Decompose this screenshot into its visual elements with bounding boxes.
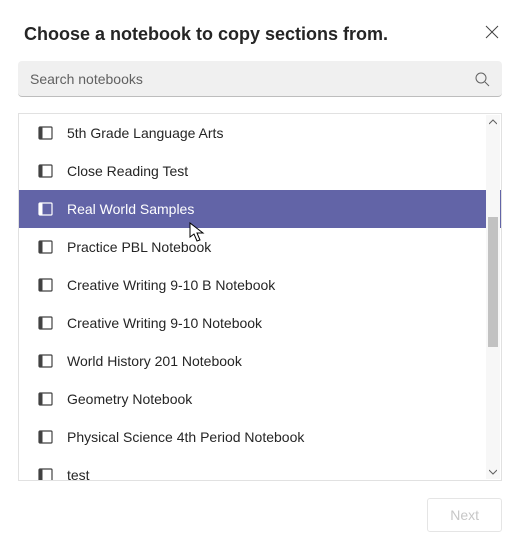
- notebook-icon: [37, 316, 53, 330]
- notebook-icon: [37, 164, 53, 178]
- notebook-item[interactable]: Geometry Notebook: [19, 380, 501, 418]
- notebook-item-label: test: [67, 467, 90, 480]
- notebook-item[interactable]: World History 201 Notebook: [19, 342, 501, 380]
- dialog-title: Choose a notebook to copy sections from.: [24, 24, 388, 45]
- notebook-item[interactable]: test: [19, 456, 501, 480]
- scroll-down-arrow[interactable]: [486, 465, 500, 479]
- notebook-item-label: Real World Samples: [67, 201, 194, 217]
- notebook-item-label: Close Reading Test: [67, 163, 188, 179]
- close-button[interactable]: [484, 24, 500, 40]
- notebook-item[interactable]: Close Reading Test: [19, 152, 501, 190]
- notebook-item-label: World History 201 Notebook: [67, 353, 242, 369]
- notebook-icon: [37, 392, 53, 406]
- notebook-item[interactable]: Practice PBL Notebook: [19, 228, 501, 266]
- notebook-item-label: 5th Grade Language Arts: [67, 125, 223, 141]
- notebook-item-label: Physical Science 4th Period Notebook: [67, 429, 304, 445]
- notebook-icon: [37, 240, 53, 254]
- notebook-icon: [37, 202, 53, 216]
- search-box[interactable]: [18, 61, 502, 97]
- notebook-item[interactable]: 5th Grade Language Arts: [19, 114, 501, 152]
- scroll-track[interactable]: [486, 129, 500, 465]
- next-button[interactable]: Next: [427, 498, 502, 532]
- notebook-icon: [37, 468, 53, 480]
- notebook-icon: [37, 278, 53, 292]
- notebook-item[interactable]: Real World Samples: [19, 190, 501, 228]
- search-icon: [474, 71, 490, 87]
- notebook-icon: [37, 126, 53, 140]
- notebook-list: 5th Grade Language Arts Close Reading Te…: [19, 114, 501, 480]
- scrollbar[interactable]: [486, 115, 500, 479]
- notebook-icon: [37, 430, 53, 444]
- notebook-item-label: Geometry Notebook: [67, 391, 192, 407]
- close-icon: [485, 25, 499, 39]
- notebook-item[interactable]: Creative Writing 9-10 Notebook: [19, 304, 501, 342]
- notebook-item[interactable]: Creative Writing 9-10 B Notebook: [19, 266, 501, 304]
- search-input[interactable]: [30, 71, 474, 87]
- notebook-item-label: Creative Writing 9-10 Notebook: [67, 315, 262, 331]
- notebook-icon: [37, 354, 53, 368]
- scroll-thumb[interactable]: [488, 217, 498, 347]
- scroll-up-arrow[interactable]: [486, 115, 500, 129]
- notebook-item[interactable]: Physical Science 4th Period Notebook: [19, 418, 501, 456]
- notebook-item-label: Practice PBL Notebook: [67, 239, 211, 255]
- notebook-item-label: Creative Writing 9-10 B Notebook: [67, 277, 275, 293]
